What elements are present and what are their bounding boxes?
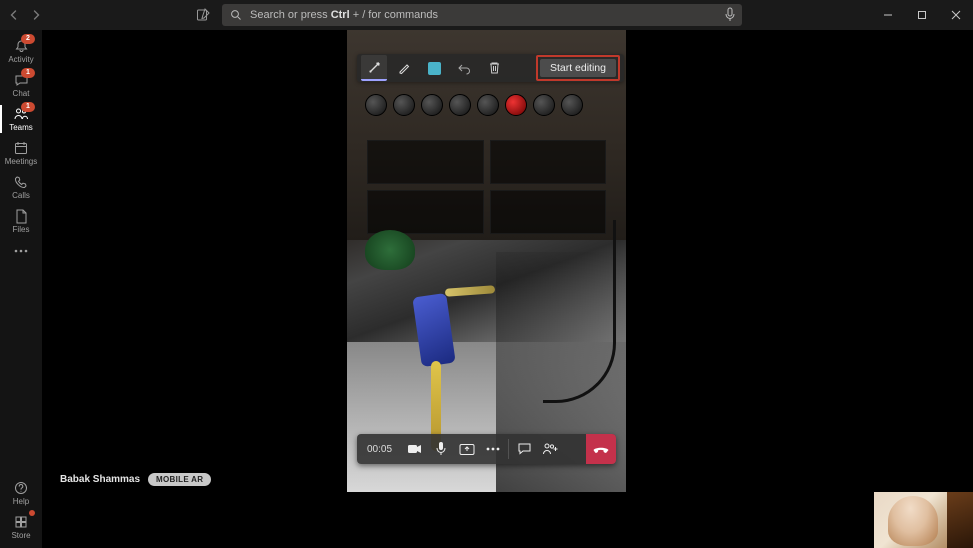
pen-tool-button[interactable] [391, 56, 417, 80]
badge: 2 [21, 34, 35, 44]
call-timer: 00:05 [357, 444, 402, 455]
sidebar-label: Teams [9, 123, 33, 132]
sidebar-item-files[interactable]: Files [0, 204, 42, 238]
help-icon [14, 480, 28, 496]
sidebar-item-more[interactable] [0, 238, 42, 264]
remote-video [347, 30, 626, 492]
hang-up-button[interactable] [586, 434, 616, 464]
sidebar-item-chat[interactable]: Chat 1 [0, 68, 42, 102]
annotation-toolbar: Start editing [357, 54, 624, 82]
app-rail: Activity 2 Chat 1 Teams 1 Meetings Calls… [0, 30, 42, 548]
mic-toggle-button[interactable] [428, 434, 454, 464]
phone-icon [14, 174, 28, 190]
sidebar-item-activity[interactable]: Activity 2 [0, 34, 42, 68]
sidebar-label: Files [13, 225, 30, 234]
call-controls: 00:05 [357, 434, 616, 464]
nav-forward-button[interactable] [30, 9, 42, 21]
start-editing-button[interactable]: Start editing [540, 59, 616, 77]
more-actions-button[interactable] [480, 434, 506, 464]
caller-device-badge: MOBILE AR [148, 473, 211, 486]
add-participants-button[interactable] [537, 434, 563, 464]
color-swatch-icon [428, 62, 441, 75]
arrow-tool-button[interactable] [361, 55, 387, 81]
sidebar-label: Help [13, 497, 29, 506]
window-minimize-button[interactable] [871, 0, 905, 30]
show-conversation-button[interactable] [511, 434, 537, 464]
undo-button[interactable] [451, 56, 477, 80]
window-close-button[interactable] [939, 0, 973, 30]
mic-icon[interactable] [724, 7, 736, 23]
sidebar-item-meetings[interactable]: Meetings [0, 136, 42, 170]
sidebar-item-store[interactable]: Store [0, 510, 42, 544]
badge-dot [29, 510, 35, 516]
color-picker-button[interactable] [421, 56, 447, 80]
nav-back-button[interactable] [8, 9, 20, 21]
sidebar-label: Calls [12, 191, 30, 200]
sidebar-item-help[interactable]: Help [0, 476, 42, 510]
store-icon [14, 514, 28, 530]
call-stage: Start editing 00:05 Babak Shammas MOBIL [42, 30, 973, 548]
title-bar: Search or press Ctrl + / for commands [0, 0, 973, 30]
separator [508, 439, 509, 459]
caller-info: Babak Shammas MOBILE AR [60, 473, 211, 486]
search-icon [230, 9, 242, 21]
sidebar-item-teams[interactable]: Teams 1 [0, 102, 42, 136]
badge: 1 [21, 102, 35, 112]
camera-toggle-button[interactable] [402, 434, 428, 464]
window-maximize-button[interactable] [905, 0, 939, 30]
file-icon [15, 208, 28, 224]
start-editing-highlight: Start editing [536, 55, 620, 81]
search-placeholder: Search or press Ctrl + / for commands [250, 9, 438, 21]
delete-button[interactable] [481, 56, 507, 80]
sidebar-label: Chat [13, 89, 30, 98]
search-box[interactable]: Search or press Ctrl + / for commands [222, 4, 742, 26]
share-screen-button[interactable] [454, 434, 480, 464]
calendar-icon [14, 140, 28, 156]
self-video-pip[interactable] [874, 492, 973, 548]
badge: 1 [21, 68, 35, 78]
sidebar-item-calls[interactable]: Calls [0, 170, 42, 204]
new-note-icon[interactable] [196, 8, 210, 22]
sidebar-label: Meetings [5, 157, 37, 166]
sidebar-label: Store [11, 531, 30, 540]
sidebar-label: Activity [8, 55, 33, 64]
more-icon [14, 243, 28, 259]
caller-name: Babak Shammas [60, 474, 140, 485]
